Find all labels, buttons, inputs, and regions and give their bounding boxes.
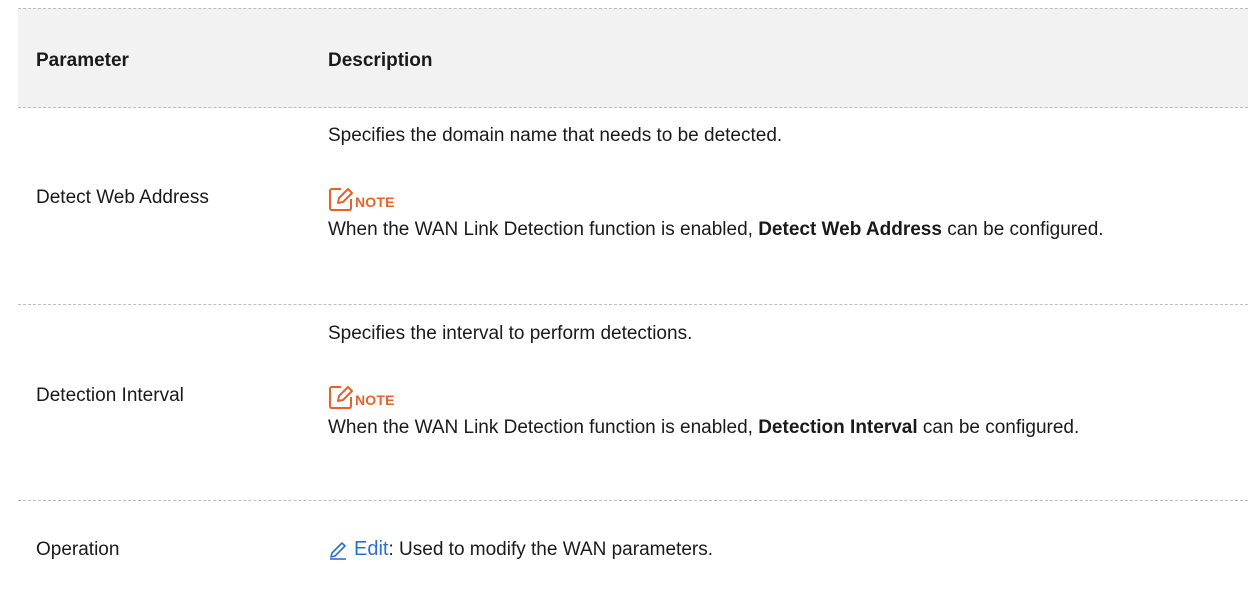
- note-pencil-icon: [329, 386, 353, 409]
- header-parameter: Parameter: [36, 50, 129, 71]
- pencil-icon: [330, 541, 346, 560]
- parameter-name: Detection Interval: [36, 385, 184, 406]
- note-text: When the WAN Link Detection function is …: [328, 412, 1243, 443]
- table-row: Detection Interval Specifies the interva…: [18, 304, 1248, 501]
- note-text-suffix: can be configured.: [941, 219, 1104, 240]
- parameter-description: Specifies the interval to perform detect…: [328, 323, 693, 344]
- table-row: Operation Edit : Used to modify the WAN …: [18, 500, 1248, 603]
- edit-label: Edit: [354, 538, 389, 560]
- note-text-prefix: When the WAN Link Detection function is …: [328, 417, 759, 438]
- note-callout: NOTE: [328, 172, 395, 212]
- note-text-bold: Detection Interval: [758, 417, 918, 438]
- note-pencil-icon: [329, 188, 353, 211]
- note-text-bold: Detect Web Address: [758, 219, 942, 240]
- note-callout: NOTE: [328, 370, 395, 410]
- header-description: Description: [328, 50, 433, 71]
- table-header-row: Parameter Description: [18, 8, 1248, 108]
- note-text-prefix: When the WAN Link Detection function is …: [328, 219, 759, 240]
- table-row: Detect Web Address Specifies the domain …: [18, 106, 1248, 305]
- note-label: NOTE: [355, 194, 395, 210]
- operation-description: Edit : Used to modify the WAN parameters…: [328, 534, 713, 565]
- parameter-description: Specifies the domain name that needs to …: [328, 125, 783, 146]
- parameter-name: Operation: [36, 539, 120, 560]
- note-label: NOTE: [355, 392, 395, 408]
- parameter-name: Detect Web Address: [36, 187, 209, 208]
- note-text: When the WAN Link Detection function is …: [328, 214, 1243, 245]
- note-text-suffix: can be configured.: [917, 417, 1080, 438]
- operation-text: : Used to modify the WAN parameters.: [388, 539, 713, 560]
